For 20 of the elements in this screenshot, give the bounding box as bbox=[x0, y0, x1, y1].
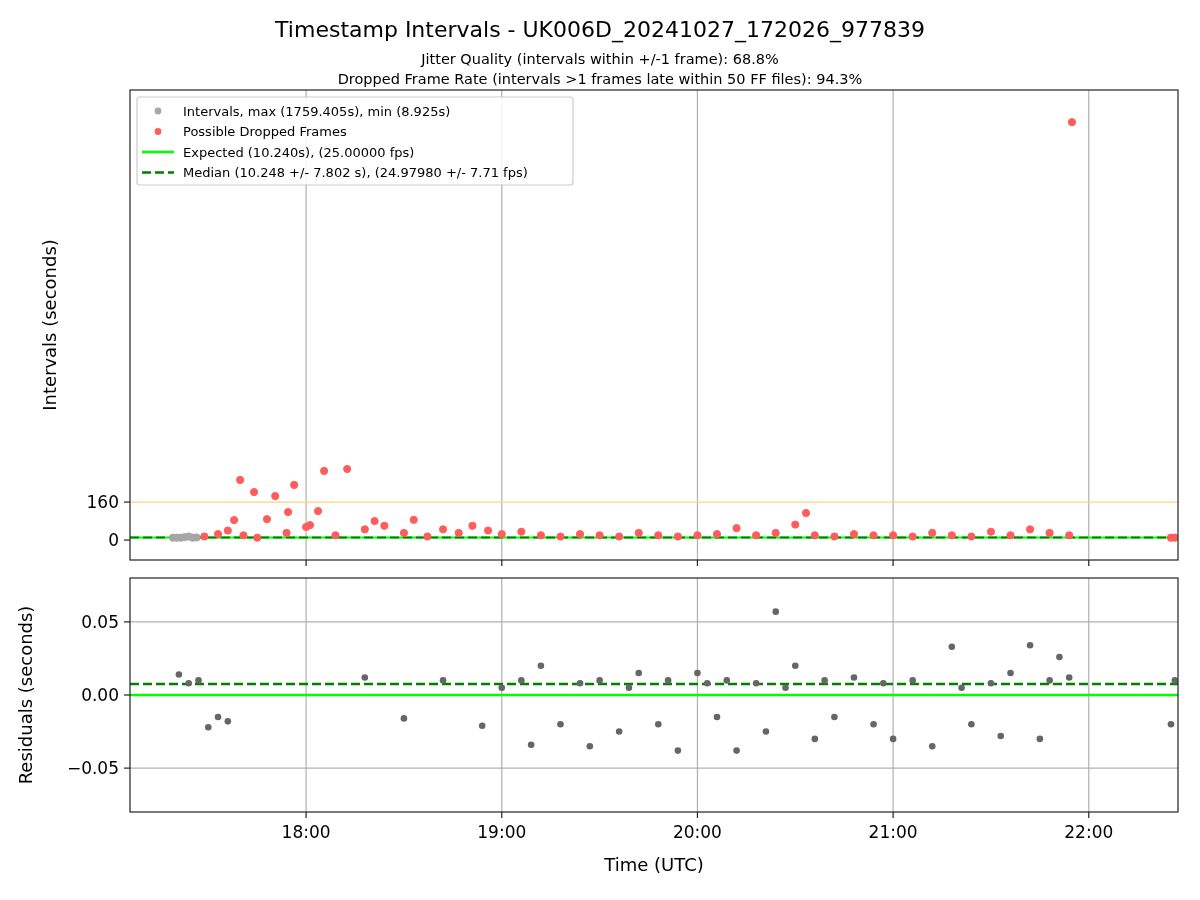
tick-label: 21:00 bbox=[868, 822, 918, 842]
legend-label: Expected (10.240s), (25.00000 fps) bbox=[183, 144, 415, 160]
tick-label: −0.05 bbox=[66, 758, 119, 779]
tick-label: 18:00 bbox=[281, 822, 331, 842]
tick-label: 0.05 bbox=[81, 611, 119, 632]
tick-label: 22:00 bbox=[1064, 822, 1114, 842]
tick-label: 20:00 bbox=[672, 822, 722, 842]
legend-label: Intervals, max (1759.405s), min (8.925s) bbox=[183, 103, 451, 119]
tick-label: 0 bbox=[108, 530, 119, 551]
legend-label: Median (10.248 +/- 7.802 s), (24.97980 +/- 7.71 fps) bbox=[183, 165, 528, 180]
axis-label: Time (UTC) bbox=[604, 854, 704, 875]
axis-label: Residuals (seconds) bbox=[15, 605, 36, 785]
tick-label: 0.00 bbox=[81, 685, 119, 705]
figure-title: Timestamp Intervals - UK006D_20241027_172026_977839 bbox=[275, 17, 925, 42]
axis-label: Intervals (seconds) bbox=[39, 239, 60, 411]
figure-subtitle: Jitter Quality (intervals within +/-1 frame): 68.8% bbox=[421, 51, 779, 67]
legend-label: Possible Dropped Frames bbox=[183, 124, 347, 139]
figure-subtitle: Dropped Frame Rate (intervals >1 frames late within 50 FF files): 94.3% bbox=[337, 71, 863, 87]
tick-label: 19:00 bbox=[477, 822, 527, 842]
tick-label: 160 bbox=[86, 492, 119, 513]
